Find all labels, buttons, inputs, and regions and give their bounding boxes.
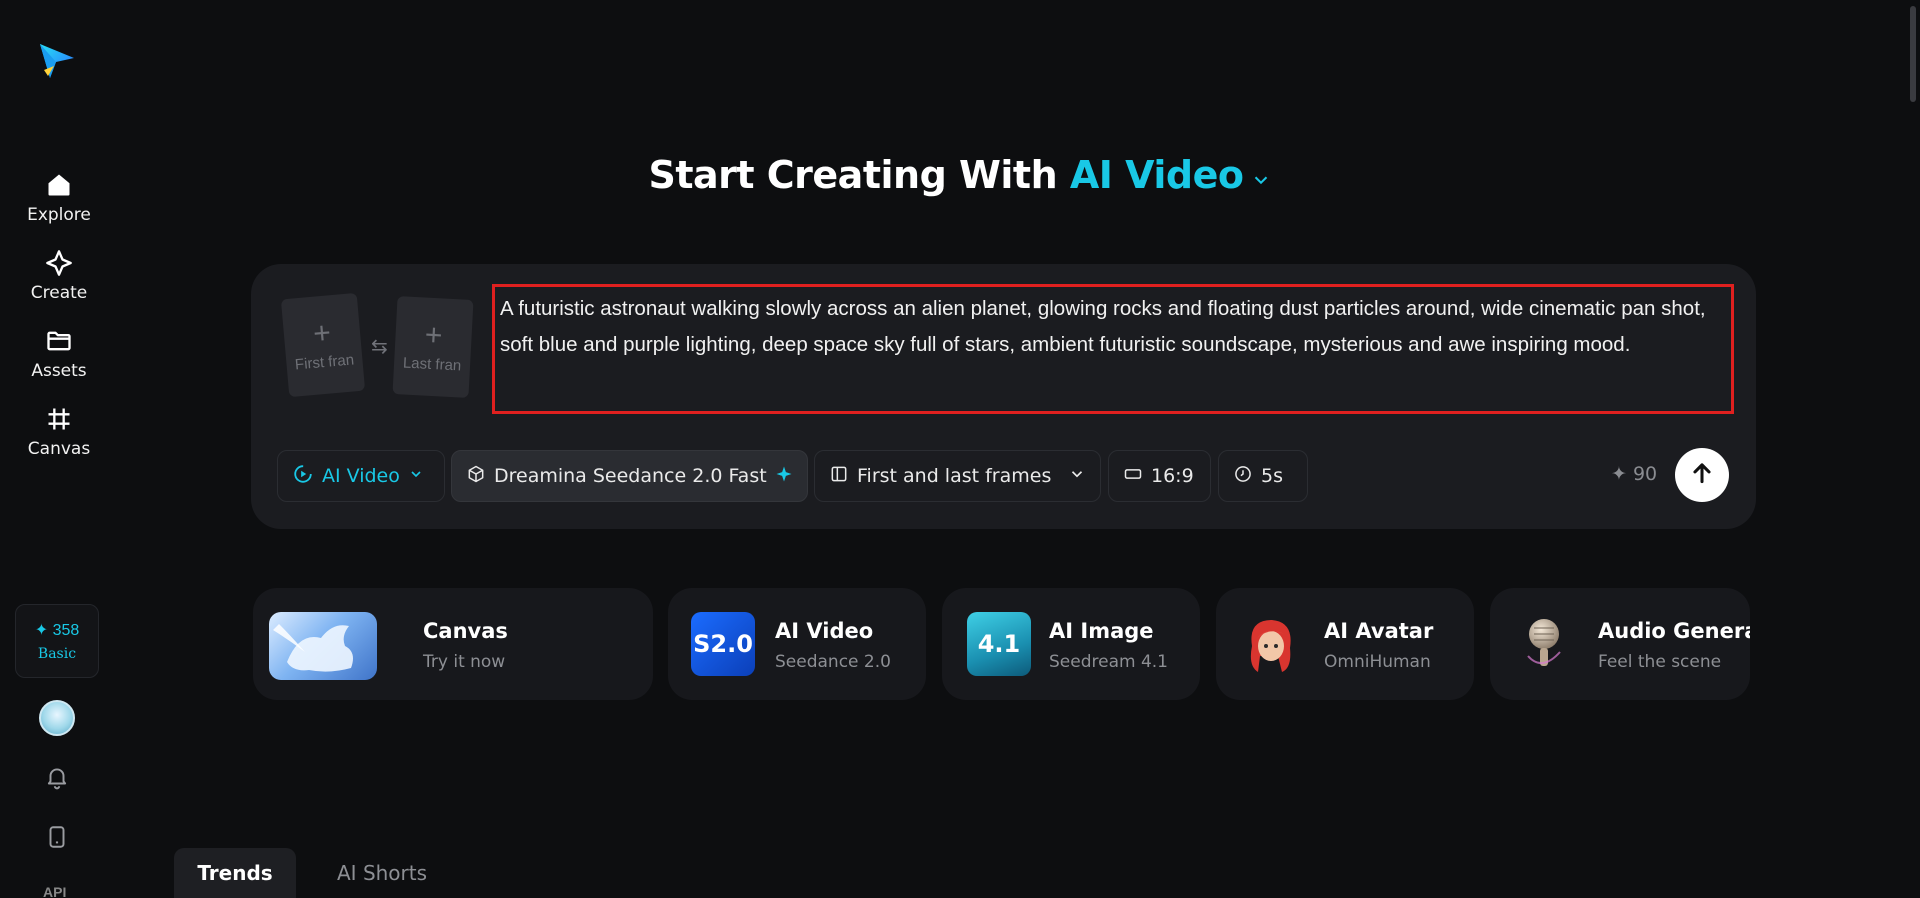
tab-ai-shorts[interactable]: AI Shorts [337, 848, 427, 898]
ai-image-thumbnail: 4.1 [967, 612, 1031, 676]
bell-icon[interactable] [42, 762, 72, 792]
feature-card-ai-video[interactable]: S2.0 AI Video Seedance 2.0 [668, 588, 926, 700]
mode-dropdown[interactable]: AI Video [277, 450, 445, 502]
folder-icon [44, 326, 74, 356]
feature-title: AI Video [775, 619, 874, 643]
frames-mode-label: First and last frames [857, 465, 1052, 487]
model-label: Dreamina Seedance 2.0 Fast [494, 465, 767, 487]
feature-title: Audio Genera [1598, 619, 1750, 643]
prompt-input[interactable]: A futuristic astronaut walking slowly ac… [492, 284, 1734, 414]
feature-title: AI Avatar [1324, 619, 1434, 643]
feature-card-canvas[interactable]: Canvas Try it now [253, 588, 653, 700]
tab-label: AI Shorts [337, 861, 428, 885]
feature-subtitle: OmniHuman [1324, 652, 1431, 672]
last-frame-upload[interactable]: + Last fran [392, 296, 474, 398]
plus-icon: + [311, 315, 333, 351]
scrollbar[interactable] [1906, 0, 1920, 898]
scrollbar-thumb[interactable] [1910, 6, 1916, 102]
generate-button[interactable] [1675, 448, 1729, 502]
model-selector[interactable]: Dreamina Seedance 2.0 Fast [451, 450, 808, 502]
feature-card-ai-avatar[interactable]: AI Avatar OmniHuman [1216, 588, 1474, 700]
credits-badge[interactable]: ✦ 358 Basic [15, 604, 99, 678]
ai-video-badge: S2.0 [693, 630, 753, 658]
tab-label: Trends [197, 861, 273, 885]
arrow-up-icon [1689, 460, 1715, 491]
sidebar-item-canvas[interactable]: Canvas [0, 404, 118, 459]
generation-cost: ✦ 90 [1611, 463, 1658, 485]
frame-layout-icon [829, 464, 849, 489]
ai-avatar-thumbnail [1238, 612, 1302, 676]
sidebar-item-label: Explore [27, 205, 91, 225]
mode-selector-title[interactable]: AI Video [1070, 153, 1244, 197]
feature-subtitle: Seedance 2.0 [775, 652, 891, 672]
api-link[interactable]: API [43, 884, 66, 898]
swap-icon[interactable]: ⇆ [371, 334, 388, 359]
first-frame-label: First fran [294, 350, 355, 373]
sidebar-item-label: Assets [31, 361, 87, 381]
chevron-down-icon [408, 465, 424, 487]
duration-button[interactable]: 5s [1218, 450, 1308, 502]
duration-label: 5s [1261, 465, 1283, 487]
aspect-ratio-label: 16:9 [1151, 465, 1194, 487]
feature-subtitle: Feel the scene [1598, 652, 1722, 672]
video-play-icon [292, 463, 314, 490]
sidebar-item-label: Canvas [27, 439, 91, 459]
plan-tier: Basic [37, 646, 77, 662]
feature-card-ai-image[interactable]: 4.1 AI Image Seedream 4.1 [942, 588, 1200, 700]
canvas-grid-icon [44, 404, 74, 434]
chevron-down-icon [1068, 465, 1086, 488]
credits-count: ✦ 358 [34, 622, 80, 639]
tab-trends[interactable]: Trends [174, 848, 296, 898]
ai-video-thumbnail: S2.0 [691, 612, 755, 676]
plus-icon: + [424, 318, 444, 352]
aspect-ratio-button[interactable]: 16:9 [1108, 450, 1211, 502]
first-frame-upload[interactable]: + First fran [280, 292, 366, 398]
sidebar-item-assets[interactable]: Assets [0, 326, 118, 381]
sidebar: Explore Create Assets Canvas ✦ 358 Basic… [0, 0, 118, 898]
ai-image-badge: 4.1 [977, 630, 1021, 658]
chevron-down-icon[interactable] [1250, 156, 1272, 200]
feature-title: Canvas [423, 619, 508, 643]
cube-icon [466, 464, 486, 489]
mode-label: AI Video [322, 465, 400, 487]
app-logo[interactable] [36, 40, 78, 82]
sparkle-icon [44, 248, 74, 278]
clock-icon [1233, 464, 1253, 489]
sidebar-item-label: Create [30, 283, 88, 303]
sparkle-icon [775, 465, 793, 488]
feature-title: AI Image [1049, 619, 1154, 643]
feature-subtitle: Try it now [423, 652, 506, 672]
feature-card-audio[interactable]: Audio Genera Feel the scene [1490, 588, 1750, 700]
page-title: Start Creating With AI Video [0, 153, 1920, 200]
feature-subtitle: Seedream 4.1 [1049, 652, 1168, 672]
last-frame-label: Last fran [402, 353, 462, 374]
aspect-ratio-icon [1123, 464, 1143, 489]
page-title-prefix: Start Creating With [648, 153, 1070, 197]
canvas-thumbnail [269, 612, 377, 680]
microphone-thumbnail [1512, 612, 1576, 676]
mobile-app-icon[interactable] [42, 822, 72, 852]
sidebar-item-create[interactable]: Create [0, 248, 118, 303]
avatar[interactable] [39, 700, 75, 736]
frames-mode-dropdown[interactable]: First and last frames [814, 450, 1101, 502]
